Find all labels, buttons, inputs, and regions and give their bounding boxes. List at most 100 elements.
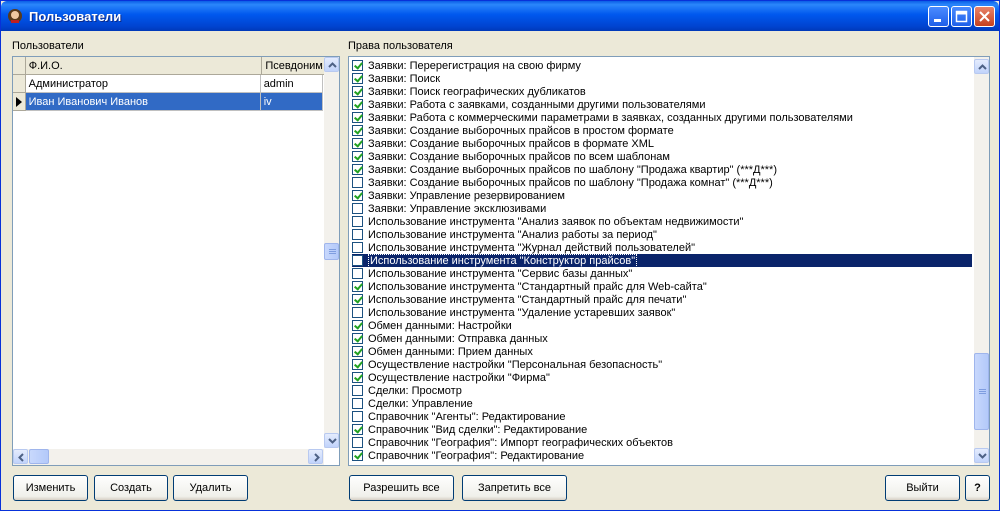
scroll-thumb[interactable] [324,243,339,260]
rights-list-item[interactable]: Использование инструмента "Конструктор п… [352,253,972,268]
permission-checkbox[interactable] [352,86,363,97]
scroll-down-button[interactable] [324,433,339,448]
permission-checkbox[interactable] [352,125,363,136]
rights-list-item[interactable]: Заявки: Создание выборочных прайсов по ш… [352,163,972,176]
permission-checkbox[interactable] [352,424,363,435]
permission-checkbox[interactable] [352,164,363,175]
scroll-up-button[interactable] [974,59,989,74]
permission-checkbox[interactable] [352,385,363,396]
users-grid[interactable]: Ф.И.О. Псевдоним Администратор admin Ива… [12,56,340,466]
user-name-cell[interactable]: Администратор [25,75,261,93]
permission-checkbox[interactable] [352,255,363,266]
rights-list-item[interactable]: Заявки: Работа с коммерческими параметра… [352,111,972,124]
rights-list-item[interactable]: Справочник "Агенты": Редактирование [352,410,972,423]
rights-list-item[interactable]: Справочник "Вид сделки": Редактирование [352,423,972,436]
allow-all-button[interactable]: Разрешить все [349,475,454,501]
users-vertical-scrollbar[interactable] [324,57,339,448]
rights-list-item[interactable]: Заявки: Создание выборочных прайсов по ш… [352,176,972,189]
permission-checkbox[interactable] [352,73,363,84]
permission-checkbox[interactable] [352,177,363,188]
help-button[interactable]: ? [965,475,990,501]
permission-checkbox[interactable] [352,346,363,357]
permission-checkbox[interactable] [352,242,363,253]
users-horizontal-scrollbar[interactable] [13,449,324,465]
user-name-cell[interactable]: Иван Иванович Иванов [25,93,261,111]
minimize-button[interactable] [928,6,949,27]
permission-checkbox[interactable] [352,294,363,305]
table-row[interactable]: Иван Иванович Иванов iv [13,93,323,111]
rights-list-item[interactable]: Заявки: Создание выборочных прайсов в фо… [352,137,972,150]
exit-button[interactable]: Выйти [885,475,960,501]
permission-checkbox[interactable] [352,411,363,422]
permission-checkbox[interactable] [352,190,363,201]
rights-list-item[interactable]: Использование инструмента "Стандартный п… [352,280,972,293]
create-button[interactable]: Создать [94,475,168,501]
rights-list-item[interactable]: Обмен данными: Прием данных [352,345,972,358]
permission-checkbox[interactable] [352,268,363,279]
rights-list-item[interactable]: Заявки: Перерегистрация на свою фирму [352,59,972,72]
scroll-down-button[interactable] [974,448,989,463]
permission-checkbox[interactable] [352,203,363,214]
rights-list-item[interactable]: Использование инструмента "Анализ заявок… [352,215,972,228]
scroll-left-button[interactable] [13,449,28,464]
permission-checkbox[interactable] [352,320,363,331]
permission-checkbox[interactable] [352,99,363,110]
app-icon [8,9,22,23]
rights-list-item[interactable]: Обмен данными: Отправка данных [352,332,972,345]
rights-list-item[interactable]: Заявки: Поиск [352,72,972,85]
rights-list-item[interactable]: Заявки: Создание выборочных прайсов по в… [352,150,972,163]
permission-checkbox[interactable] [352,60,363,71]
rights-list-item[interactable]: Использование инструмента "Анализ работы… [352,228,972,241]
horizontal-scroll-thumb[interactable] [29,449,49,464]
rights-list-item[interactable]: Использование инструмента "Сервис базы д… [352,267,972,280]
rights-list-item[interactable]: Осуществление настройки "Фирма" [352,371,972,384]
permission-checkbox[interactable] [352,216,363,227]
rights-list-item[interactable]: Обмен данными: Настройки [352,319,972,332]
rights-list-item[interactable]: Заявки: Управление резервированием [352,189,972,202]
permission-checkbox[interactable] [352,112,363,123]
scroll-right-button[interactable] [308,449,323,464]
rights-checklist[interactable]: Заявки: Перерегистрация на свою фирму Зая… [348,56,990,466]
title-bar[interactable]: Пользователи [1,1,999,31]
rights-vertical-scrollbar[interactable] [974,57,989,465]
delete-button[interactable]: Удалить [173,475,248,501]
window-title: Пользователи [29,9,122,24]
maximize-button[interactable] [951,6,972,27]
chevron-right-icon [314,453,320,462]
scroll-thumb[interactable] [974,353,989,430]
permission-checkbox[interactable] [352,307,363,318]
permission-checkbox[interactable] [352,281,363,292]
edit-button[interactable]: Изменить [13,475,88,501]
close-button[interactable] [974,6,995,27]
permission-checkbox[interactable] [352,398,363,409]
rights-list-item[interactable]: Заявки: Работа с заявками, созданными др… [352,98,972,111]
column-header-alias[interactable]: Псевдоним [262,57,325,75]
permission-checkbox[interactable] [352,229,363,240]
rights-list-item[interactable]: Сделки: Управление [352,397,972,410]
permission-checkbox[interactable] [352,450,363,461]
permission-checkbox[interactable] [352,333,363,344]
permission-checkbox[interactable] [352,151,363,162]
rights-list-item[interactable]: Заявки: Создание выборочных прайсов в пр… [352,124,972,137]
rights-list-item[interactable]: Справочник "География": Редактирование [352,449,972,462]
rights-list-item[interactable]: Осуществление настройки "Персональная бе… [352,358,972,371]
permission-checkbox[interactable] [352,138,363,149]
column-header-fio[interactable]: Ф.И.О. [25,57,263,75]
permission-checkbox[interactable] [352,359,363,370]
rights-list-item[interactable]: Использование инструмента "Стандартный п… [352,293,972,306]
permission-checkbox[interactable] [352,437,363,448]
deny-all-button[interactable]: Запретить все [462,475,567,501]
user-alias-cell[interactable]: admin [260,75,323,93]
rights-list-item[interactable]: Справочник "География": Импорт географич… [352,436,972,449]
rights-list-item[interactable]: Использование инструмента "Удаление уста… [352,306,972,319]
permission-label: Осуществление настройки "Персональная бе… [368,358,663,371]
rights-list-item[interactable]: Сделки: Просмотр [352,384,972,397]
rights-list-item[interactable]: Заявки: Управление эксклюзивами [352,202,972,215]
table-row[interactable]: Администратор admin [13,75,323,93]
rights-list-item[interactable]: Заявки: Поиск географических дубликатов [352,85,972,98]
rights-list-item[interactable]: Использование инструмента "Журнал действ… [352,241,972,254]
user-alias-cell[interactable]: iv [260,93,323,111]
users-window: Пользователи Пользователи Права пользова… [0,0,1000,511]
scroll-up-button[interactable] [324,57,339,72]
permission-checkbox[interactable] [352,372,363,383]
